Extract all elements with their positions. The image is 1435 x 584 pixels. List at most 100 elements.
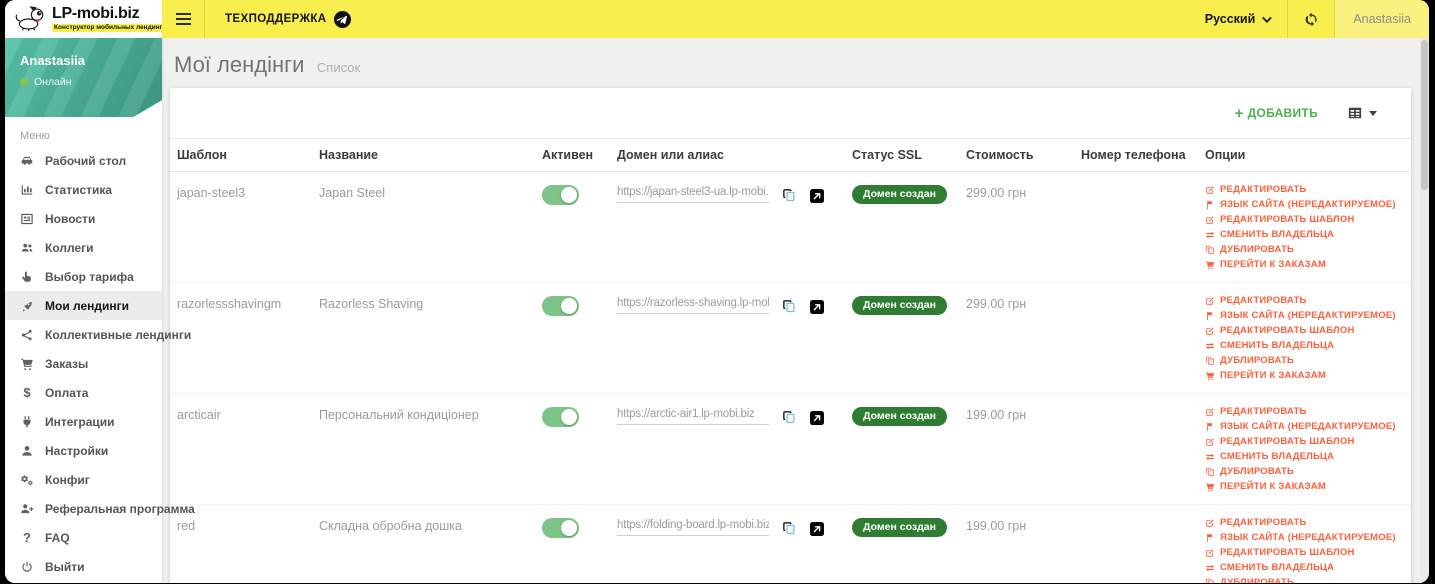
option-duplicate[interactable]: ДУБЛИРОВАТЬ (1205, 244, 1405, 255)
dollar-icon: $ (23, 385, 31, 400)
sidebar-item-label: Рабочий стол (45, 153, 127, 168)
exchange-icon (1205, 563, 1215, 573)
question-icon: ? (23, 530, 31, 545)
ssl-status-badge: Домен создан (852, 407, 947, 426)
header-ssl-status: Статус SSL (845, 138, 959, 172)
sidebar-item-config[interactable]: Конфиг (5, 465, 162, 494)
option-site-language[interactable]: ЯЗЫК САЙТА (НЕРЕДАКТИРУЕМОЕ) (1205, 421, 1405, 432)
option-site-language[interactable]: ЯЗЫК САЙТА (НЕРЕДАКТИРУЕМОЕ) (1205, 199, 1405, 210)
refresh-button[interactable] (1288, 0, 1334, 38)
open-link-icon[interactable] (810, 411, 824, 425)
copy-icon[interactable] (782, 188, 797, 203)
option-edit[interactable]: РЕДАКТИРОВАТЬ (1205, 406, 1405, 417)
sidebar-item-dashboard[interactable]: Рабочий стол (5, 146, 162, 175)
active-toggle[interactable] (542, 407, 579, 427)
option-change-owner[interactable]: СМЕНИТЬ ВЛАДЕЛЬЦА (1205, 562, 1405, 573)
header-phone: Номер телефона (1074, 138, 1198, 172)
sidebar-item-label: Заказы (45, 356, 89, 371)
newspaper-icon (19, 211, 35, 227)
logo[interactable]: LP-mobi.biz Конструктор мобильных лендин… (5, 0, 173, 38)
domain-input[interactable] (617, 517, 769, 536)
user-menu[interactable]: Anastasiia (1335, 0, 1429, 38)
language-label: Русский (1204, 12, 1256, 26)
add-button[interactable]: + ДОБАВИТЬ (1235, 106, 1318, 121)
exchange-icon (1205, 230, 1215, 240)
sidebar-item-orders[interactable]: Заказы (5, 349, 162, 378)
menu-section-label: Меню (20, 130, 50, 142)
option-site-language[interactable]: ЯЗЫК САЙТА (НЕРЕДАКТИРУЕМОЕ) (1205, 532, 1405, 543)
domain-input[interactable] (617, 295, 769, 314)
sidebar-item-logout[interactable]: Выйти (5, 552, 162, 581)
option-go-to-orders[interactable]: ПЕРЕЙТИ К ЗАКАЗАМ (1205, 370, 1405, 381)
landing-name: Razorless Shaving (319, 297, 424, 311)
copy-icon[interactable] (782, 410, 797, 425)
price: 299.00 грн (966, 186, 1027, 200)
sidebar-item-settings[interactable]: Настройки (5, 436, 162, 465)
option-change-owner[interactable]: СМЕНИТЬ ВЛАДЕЛЬЦА (1205, 451, 1405, 462)
app-window: LP-mobi.biz Конструктор мобильных лендин… (5, 0, 1429, 583)
hand-pointer-icon (19, 269, 35, 285)
open-link-icon[interactable] (810, 522, 824, 536)
option-edit-template[interactable]: РЕДАКТИРОВАТЬ ШАБЛОН (1205, 214, 1405, 225)
hamburger-menu-icon[interactable] (162, 0, 204, 38)
scrollbar-track[interactable] (1420, 38, 1429, 583)
option-edit-template[interactable]: РЕДАКТИРОВАТЬ ШАБЛОН (1205, 547, 1405, 558)
option-go-to-orders[interactable]: ПЕРЕЙТИ К ЗАКАЗАМ (1205, 259, 1405, 270)
duplicate-icon (1205, 245, 1215, 255)
sidebar-item-statistics[interactable]: Статистика (5, 175, 162, 204)
open-link-icon[interactable] (810, 300, 824, 314)
table-grid-icon (1348, 106, 1362, 120)
sidebar-item-label: Конфиг (45, 472, 90, 487)
profile-name: Anastasiia (20, 53, 86, 68)
sidebar: Anastasiia Онлайн Меню Рабочий стол Стат… (5, 38, 195, 583)
columns-dropdown-button[interactable] (1348, 106, 1377, 120)
topbar: LP-mobi.biz Конструктор мобильных лендин… (5, 0, 1429, 38)
language-dropdown[interactable]: Русский (1187, 0, 1288, 38)
domain-input[interactable] (617, 184, 769, 203)
open-link-icon[interactable] (810, 189, 824, 203)
edit-icon (1205, 215, 1215, 225)
duplicate-icon (1205, 578, 1215, 584)
edit-icon (1205, 437, 1215, 447)
active-toggle[interactable] (542, 185, 579, 205)
option-edit[interactable]: РЕДАКТИРОВАТЬ (1205, 517, 1405, 528)
active-toggle[interactable] (542, 518, 579, 538)
online-status-dot (20, 78, 28, 86)
option-duplicate[interactable]: ДУБЛИРОВАТЬ (1205, 577, 1405, 583)
sidebar-item-my-landings[interactable]: Мои лендинги (5, 291, 162, 320)
card-toolbar: + ДОБАВИТЬ (170, 88, 1411, 138)
copy-icon[interactable] (782, 299, 797, 314)
sidebar-item-colleagues[interactable]: Коллеги (5, 233, 162, 262)
option-edit-template[interactable]: РЕДАКТИРОВАТЬ ШАБЛОН (1205, 436, 1405, 447)
domain-input[interactable] (617, 406, 769, 425)
support-button[interactable]: ТЕХПОДДЕРЖКА (205, 0, 371, 38)
option-duplicate[interactable]: ДУБЛИРОВАТЬ (1205, 355, 1405, 366)
option-go-to-orders[interactable]: ПЕРЕЙТИ К ЗАКАЗАМ (1205, 481, 1405, 492)
scrollbar-thumb[interactable] (1421, 40, 1428, 190)
option-change-owner[interactable]: СМЕНИТЬ ВЛАДЕЛЬЦА (1205, 340, 1405, 351)
copy-icon[interactable] (782, 521, 797, 536)
car-icon (19, 153, 35, 169)
sidebar-item-payment[interactable]: $ Оплата (5, 378, 162, 407)
template-name: razorlessshavingm (177, 297, 282, 311)
option-edit-template[interactable]: РЕДАКТИРОВАТЬ ШАБЛОН (1205, 325, 1405, 336)
sidebar-item-label: FAQ (45, 530, 70, 545)
sidebar-item-collective-landings[interactable]: Коллективные лендинги (5, 320, 191, 349)
sidebar-item-label: Реферальная программа (45, 501, 195, 516)
active-toggle[interactable] (542, 296, 579, 316)
exchange-icon (1205, 452, 1215, 462)
option-change-owner[interactable]: СМЕНИТЬ ВЛАДЕЛЬЦА (1205, 229, 1405, 240)
option-edit[interactable]: РЕДАКТИРОВАТЬ (1205, 184, 1405, 195)
sidebar-item-referral[interactable]: Реферальная программа (5, 494, 195, 523)
caret-down-icon (1369, 110, 1377, 116)
cart-icon (1205, 260, 1215, 270)
sidebar-item-faq[interactable]: ? FAQ (5, 523, 162, 552)
sidebar-item-integrations[interactable]: Интеграции (5, 407, 162, 436)
sidebar-item-tariff[interactable]: Выбор тарифа (5, 262, 162, 291)
option-edit[interactable]: РЕДАКТИРОВАТЬ (1205, 295, 1405, 306)
option-site-language[interactable]: ЯЗЫК САЙТА (НЕРЕДАКТИРУЕМОЕ) (1205, 310, 1405, 321)
sidebar-item-news[interactable]: Новости (5, 204, 162, 233)
sidebar-profile: Anastasiia Онлайн (5, 38, 162, 117)
option-duplicate[interactable]: ДУБЛИРОВАТЬ (1205, 466, 1405, 477)
username-label: Anastasiia (1353, 12, 1411, 26)
